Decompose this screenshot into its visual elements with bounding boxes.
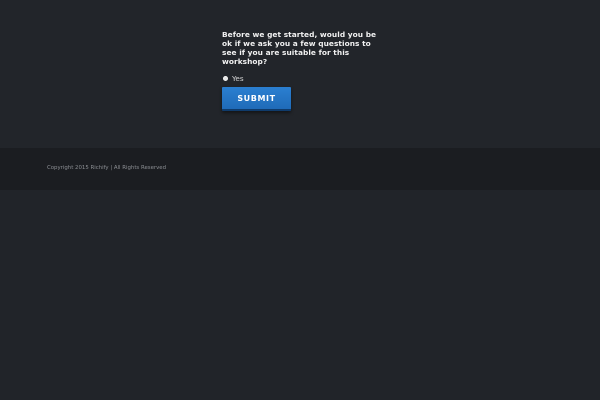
yes-radio-button[interactable]	[223, 76, 228, 81]
workshop-form: Before we get started, would you be ok i…	[222, 30, 382, 111]
submit-button[interactable]: SUBMIT	[222, 87, 291, 111]
page-bottom-area	[0, 190, 600, 400]
copyright-text: Copyright 2015 Richify | All Rights Rese…	[47, 165, 167, 171]
main-section: Before we get started, would you be ok i…	[0, 0, 600, 148]
footer: Copyright 2015 Richify | All Rights Rese…	[0, 148, 600, 190]
option-yes-label[interactable]: Yes	[232, 74, 244, 83]
option-yes[interactable]: Yes	[222, 74, 382, 83]
form-question: Before we get started, would you be ok i…	[222, 30, 377, 66]
